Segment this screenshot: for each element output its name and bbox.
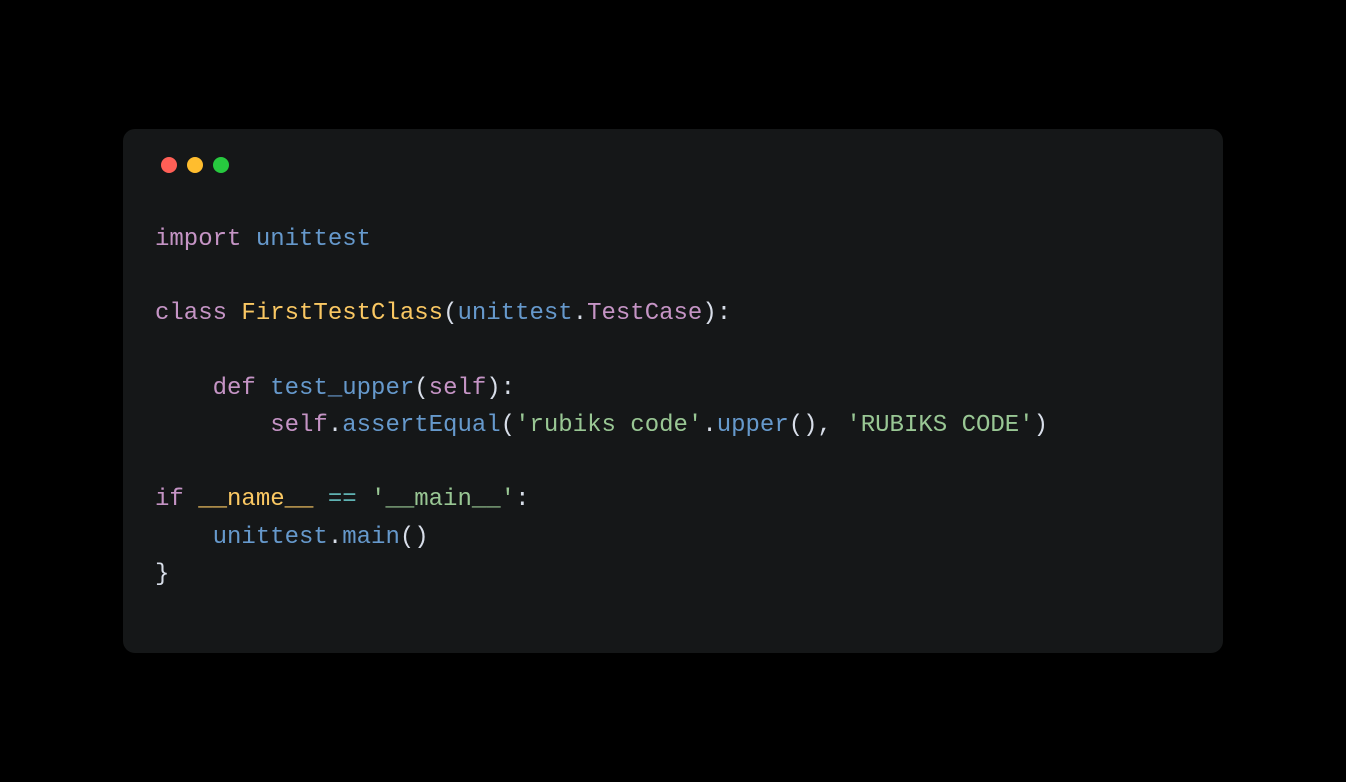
self-ref: self — [270, 412, 328, 439]
upper-method: upper — [717, 412, 789, 439]
class-name: FirstTestClass — [241, 300, 443, 327]
keyword-import: import — [155, 226, 241, 253]
punct: . — [328, 524, 342, 551]
punct: () — [400, 524, 429, 551]
code-line: } — [155, 561, 169, 588]
string-literal: '__main__' — [371, 486, 515, 513]
code-line: unittest.main() — [155, 524, 429, 551]
keyword-if: if — [155, 486, 184, 513]
self-param: self — [429, 375, 487, 402]
punct: . — [328, 412, 342, 439]
keyword-def: def — [213, 375, 256, 402]
main-method: main — [342, 524, 400, 551]
indent — [155, 412, 270, 439]
punct: . — [573, 300, 587, 327]
code-line: def test_upper(self): — [155, 375, 515, 402]
function-name: test_upper — [270, 375, 414, 402]
indent — [155, 524, 213, 551]
string-literal: 'RUBIKS CODE' — [846, 412, 1033, 439]
window-titlebar — [155, 157, 1191, 173]
maximize-icon[interactable] — [213, 157, 229, 173]
code-line: if __name__ == '__main__': — [155, 486, 529, 513]
dunder-name: __name__ — [198, 486, 313, 513]
string-literal: 'rubiks code' — [515, 412, 702, 439]
punct: ): — [702, 300, 731, 327]
code-block: import unittest class FirstTestClass(uni… — [155, 221, 1191, 593]
punct: ( — [501, 412, 515, 439]
minimize-icon[interactable] — [187, 157, 203, 173]
code-window: import unittest class FirstTestClass(uni… — [123, 129, 1223, 653]
punct: : — [515, 486, 529, 513]
code-line: import unittest — [155, 226, 371, 253]
code-line: self.assertEqual('rubiks code'.upper(), … — [155, 412, 1048, 439]
keyword-class: class — [155, 300, 227, 327]
punct: ) — [1034, 412, 1048, 439]
indent — [155, 375, 213, 402]
punct: ( — [443, 300, 457, 327]
module-ref: unittest — [213, 524, 328, 551]
operator-eq: == — [313, 486, 371, 513]
base-class: TestCase — [587, 300, 702, 327]
brace: } — [155, 561, 169, 588]
close-icon[interactable] — [161, 157, 177, 173]
code-line: class FirstTestClass(unittest.TestCase): — [155, 300, 731, 327]
assert-method: assertEqual — [342, 412, 500, 439]
punct: (), — [789, 412, 847, 439]
base-module: unittest — [457, 300, 572, 327]
punct: ): — [486, 375, 515, 402]
module-unittest: unittest — [256, 226, 371, 253]
punct: . — [702, 412, 716, 439]
punct: ( — [414, 375, 428, 402]
